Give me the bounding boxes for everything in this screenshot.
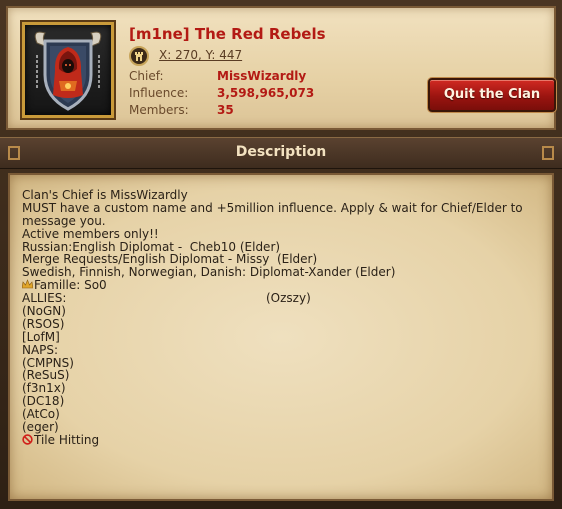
allies-label: ALLIES:: [22, 291, 67, 306]
clan-emblem: [22, 22, 114, 118]
ally-ozszy: (Ozszy): [266, 291, 311, 306]
description-line: (DC18): [22, 394, 65, 409]
description-line: NAPS:: [22, 342, 59, 357]
crown-icon: [22, 279, 33, 289]
hooded-figure-shield-icon: [34, 31, 102, 111]
clan-name: [m1ne] The Red Rebels: [129, 25, 326, 43]
clan-window: [m1ne] The Red Rebels X: 270, Y: 447 Chi…: [0, 0, 562, 509]
description-panel: Clan's Chief is MissWizardly MUST have a…: [8, 173, 554, 501]
members-label: Members:: [129, 103, 189, 117]
influence-value: 3,598,965,073: [217, 86, 315, 100]
description-line-allies: ALLIES: (Ozszy): [22, 292, 542, 305]
chief-label: Chief:: [129, 69, 164, 83]
description-line: (CMPNS): [22, 355, 74, 370]
description-line: Active members only!!: [22, 226, 159, 241]
description-line: MUST have a custom name and +5million in…: [22, 200, 523, 228]
castle-tower-icon: [129, 46, 149, 66]
no-entry-icon: [22, 434, 33, 445]
description-line: (ReSuS): [22, 368, 70, 383]
famille-text: Famille: So0: [34, 278, 107, 293]
description-line: (eger): [22, 420, 59, 435]
description-title: Description: [235, 144, 327, 160]
members-value: 35: [217, 103, 234, 117]
description-header: Description: [0, 137, 562, 169]
description-line: [LofM]: [22, 329, 60, 344]
description-line: Clan's Chief is MissWizardly: [22, 188, 188, 202]
description-line: (NoGN): [22, 304, 66, 319]
influence-label: Influence:: [129, 86, 189, 100]
description-line-tile-hitting: Tile Hitting: [22, 432, 542, 447]
tile-hitting-text: Tile Hitting: [34, 432, 100, 447]
description-line: (f3n1x): [22, 381, 66, 396]
chief-value[interactable]: MissWizardly: [217, 69, 306, 83]
description-line: (RSOS): [22, 316, 65, 331]
quit-clan-button[interactable]: Quit the Clan: [428, 78, 556, 112]
description-text: Clan's Chief is MissWizardly MUST have a…: [22, 189, 542, 447]
description-line: (AtCo): [22, 407, 60, 422]
coordinates-text[interactable]: X: 270, Y: 447: [159, 48, 242, 62]
